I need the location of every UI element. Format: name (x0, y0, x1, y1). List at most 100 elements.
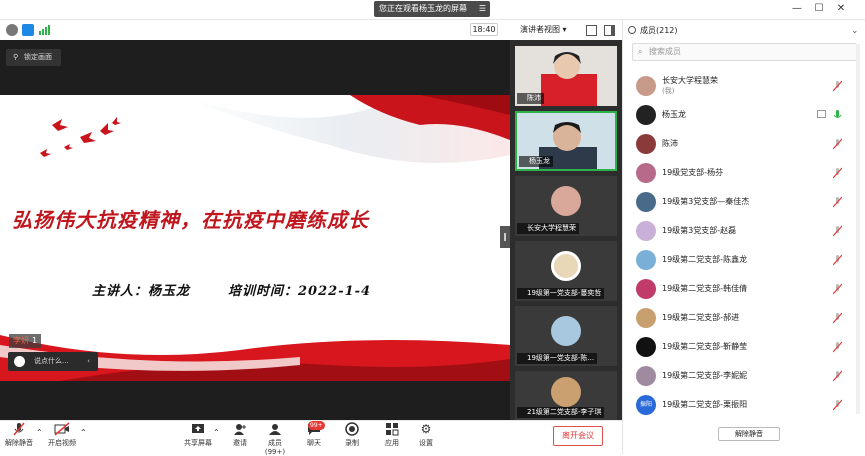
invite-label: 邀请 (233, 439, 247, 447)
avatar (636, 366, 656, 386)
maximize-button[interactable]: ☐ (812, 2, 826, 16)
member-name-block: 19级党支部-杨芬 (662, 167, 723, 178)
share-screen-button[interactable]: 共享屏幕 (182, 422, 214, 448)
member-row[interactable]: 19级第二党支部-靳静莹 (632, 333, 862, 362)
video-label: 开启视频 (48, 439, 76, 447)
mic-muted-icon[interactable] (832, 196, 843, 208)
search-icon: ⌕ (638, 47, 643, 56)
slide-title: 弘扬伟大抗疫精神，在抗疫中磨练成长 (12, 208, 369, 232)
info-icon[interactable] (6, 24, 18, 36)
member-row[interactable]: 陈沛 (632, 130, 862, 159)
members-icon (267, 422, 283, 436)
mute-options-icon[interactable]: ⌃ (36, 428, 43, 437)
collapse-thumbnails-button[interactable]: ‖ (500, 226, 510, 248)
video-thumbnail-active[interactable]: 杨玉龙 (515, 111, 617, 171)
user-icon (628, 26, 636, 34)
member-name-block: 19级第二党支部-靳静莹 (662, 341, 747, 352)
chat-button[interactable]: 聊天 99+ (302, 421, 326, 448)
sharing-banner-text: 您正在观看杨玉龙的屏幕 (379, 4, 467, 13)
member-name: 19级第二党支部-郝进 (662, 313, 740, 322)
member-row[interactable]: 19级第二党支部-郝进 (632, 304, 862, 333)
chat-bubble-icon (14, 356, 25, 367)
thumbnail-name: 19级第一党支部-陈... (517, 353, 598, 364)
menu-icon[interactable]: ☰ (479, 1, 486, 17)
member-row[interactable]: 19级第3党支部—秦佳杰 (632, 188, 862, 217)
share-screen-icon (190, 422, 206, 436)
avatar (636, 192, 656, 212)
screen-share-icon (817, 110, 826, 118)
mic-muted-icon[interactable] (832, 138, 843, 150)
avatar (551, 377, 581, 407)
video-thumbnail[interactable]: 21级第二党支部-李子琪 (515, 371, 617, 420)
member-row[interactable]: 杨玉龙 (632, 101, 862, 130)
slide-decoration (0, 95, 510, 381)
member-row[interactable]: 19级党支部-杨芬 (632, 159, 862, 188)
apps-label: 应用 (385, 439, 399, 447)
mic-muted-icon[interactable] (832, 283, 843, 295)
member-search-placeholder: 搜索成员 (649, 47, 681, 56)
member-name-block: 19级第3党支部—秦佳杰 (662, 196, 749, 207)
member-search-input[interactable]: ⌕ 搜索成员 (632, 43, 857, 61)
apps-button[interactable]: 应用 (380, 422, 404, 448)
avatar (551, 251, 581, 281)
member-row[interactable]: 振阳 19级第二党支部-栗振阳 (632, 391, 862, 420)
record-button[interactable]: 录制 (340, 422, 364, 448)
chat-quick-input[interactable]: 说点什么... ‹ (8, 352, 98, 371)
member-row[interactable]: 长安大学程慧荣 (我) (632, 72, 862, 101)
pin-view-button[interactable]: ⚲ 锁定画面 (6, 49, 61, 66)
close-button[interactable]: ✕ (834, 2, 848, 16)
mic-muted-icon[interactable] (832, 341, 843, 353)
video-options-icon[interactable]: ⌃ (80, 428, 87, 437)
meeting-timer: 18:40 (470, 23, 498, 36)
chevron-down-icon: ▾ (560, 25, 567, 34)
video-thumbnail[interactable]: 陈沛 (515, 46, 617, 106)
unmute-all-button[interactable]: 解除静音 (718, 427, 780, 441)
member-name-block: 19级第二党支部-栗振阳 (662, 399, 747, 410)
member-row[interactable]: 19级第二党支部-韩佳倩 (632, 275, 862, 304)
shield-icon[interactable] (22, 24, 34, 36)
member-name-block: 19级第二党支部-郝进 (662, 312, 739, 323)
video-thumbnail[interactable]: 19级第一党支部-陈... (515, 306, 617, 366)
member-row[interactable]: 19级第二党支部-陈鑫龙 (632, 246, 862, 275)
mic-muted-icon[interactable] (832, 370, 843, 382)
mute-label: 解除静音 (5, 439, 33, 447)
member-name: 19级第二党支部-陈鑫龙 (662, 255, 748, 264)
invite-button[interactable]: 邀请 (228, 422, 252, 448)
view-selector[interactable]: 演讲者视图 ▾ (506, 23, 576, 37)
avatar (636, 105, 656, 125)
share-options-icon[interactable]: ⌃ (213, 428, 220, 437)
mute-button[interactable]: 解除静音 (4, 422, 34, 448)
sidebar-toggle-icon[interactable] (604, 25, 615, 36)
mic-active-icon[interactable] (833, 109, 842, 121)
mic-muted-icon[interactable] (832, 399, 843, 411)
mic-muted-icon[interactable] (832, 254, 843, 266)
invite-icon (232, 422, 248, 436)
mic-muted-icon[interactable] (832, 225, 843, 237)
thumbnail-name: 陈沛 (517, 93, 544, 104)
member-name-block: 19级第二党支部-李妮妮 (662, 370, 747, 381)
mic-muted-icon[interactable] (832, 80, 843, 92)
mic-muted-icon[interactable] (832, 167, 843, 179)
video-thumbnail[interactable]: 长安大学程慧荣 (515, 176, 617, 236)
member-row[interactable]: 19级第3党支部-赵磊 (632, 217, 862, 246)
chevron-left-icon[interactable]: ‹ (87, 352, 90, 371)
leave-meeting-button[interactable]: 离开会议 (553, 426, 603, 446)
panel-menu-icon[interactable]: ⌄ (851, 26, 859, 36)
fullscreen-icon[interactable] (586, 25, 597, 36)
video-thumbnail[interactable]: 19级第一党支部-蔓奕哲 (515, 241, 617, 301)
members-button[interactable]: 成员(99+) (258, 422, 292, 456)
member-row[interactable]: 19级第二党支部-李妮妮 (632, 362, 862, 391)
mic-muted-icon[interactable] (832, 312, 843, 324)
sharing-banner[interactable]: 您正在观看杨玉龙的屏幕 ☰ (374, 1, 490, 17)
video-button[interactable]: 开启视频 (46, 422, 78, 448)
active-speaker-count: 1 (32, 336, 38, 345)
record-icon (344, 422, 360, 436)
minimize-button[interactable]: — (790, 2, 804, 16)
scrollbar[interactable] (856, 44, 860, 414)
settings-button[interactable]: ⚙ 设置 (414, 422, 438, 448)
member-name: 19级第二党支部-靳静莹 (662, 342, 748, 351)
member-self-tag: (我) (662, 87, 675, 95)
thumbnail-name: 21级第二党支部-李子琪 (517, 407, 605, 418)
signal-icon[interactable] (39, 25, 51, 35)
record-label: 录制 (345, 439, 359, 447)
